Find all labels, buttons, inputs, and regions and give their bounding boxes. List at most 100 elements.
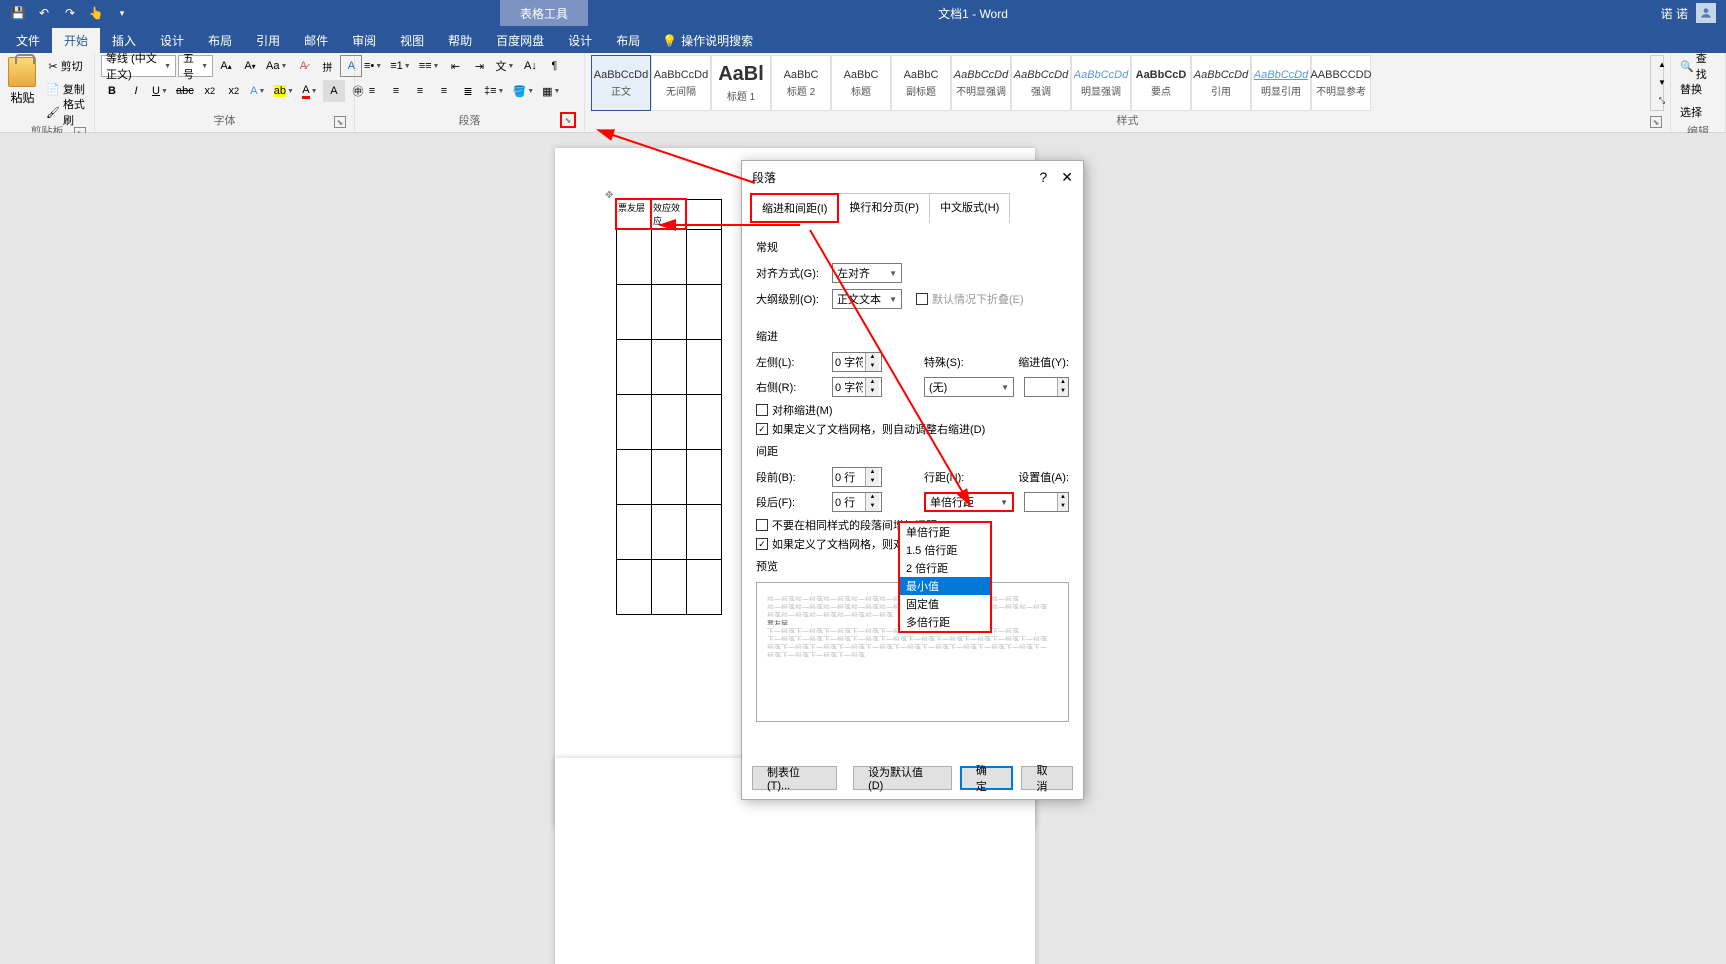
tab-review[interactable]: 审阅 [340,28,388,53]
grid-snap-checkbox[interactable]: ✓ [756,538,768,550]
line-spacing-option-4[interactable]: 固定值 [900,595,990,613]
line-spacing-option-3[interactable]: 最小值 [900,577,990,595]
table-cell-6-1[interactable] [651,504,686,559]
dialog-tab-indent-spacing[interactable]: 缩进和间距(I) [750,193,839,223]
tab-references[interactable]: 引用 [244,28,292,53]
decrease-indent-button[interactable]: ⇤ [444,55,466,77]
table-cell-3-1[interactable] [651,339,686,394]
table-cell-5-2[interactable] [686,449,721,504]
tell-me-search[interactable]: 💡 操作说明搜索 [652,28,763,53]
save-icon[interactable]: 💾 [6,1,30,25]
line-spacing-button[interactable]: ‡≡▼ [481,80,507,102]
spin-down[interactable]: ▼ [866,362,879,371]
style-item-0[interactable]: AaBbCcDd正文 [591,55,651,111]
clear-format-button[interactable]: A̷ [292,55,314,77]
dialog-close-button[interactable]: ✕ [1061,169,1073,186]
styles-scroll-down[interactable]: ▼ [1651,74,1673,91]
align-center-button[interactable]: ≡ [385,80,407,102]
outline-select[interactable]: 正文文本▼ [832,289,902,309]
spin-down[interactable]: ▼ [866,477,879,486]
table-cell-7-2[interactable] [686,559,721,614]
table-cell-5-0[interactable] [616,449,651,504]
strike-button[interactable]: abc [173,80,197,102]
text-effects-button[interactable]: A▼ [247,80,269,102]
superscript-button[interactable]: x2 [223,80,245,102]
styles-expand[interactable]: ⤡ [1651,93,1673,110]
highlight-button[interactable]: ab▼ [271,80,297,102]
spin-up[interactable]: ▲ [866,353,879,362]
style-item-7[interactable]: AaBbCcDd强调 [1011,55,1071,111]
table-cell-2-2[interactable] [686,284,721,339]
table-cell-4-2[interactable] [686,394,721,449]
grow-font-button[interactable]: A▴ [215,55,237,77]
line-spacing-option-2[interactable]: 2 倍行距 [900,559,990,577]
same-style-checkbox[interactable] [756,519,768,531]
font-size-combo[interactable]: 五号▼ [178,55,213,77]
select-button[interactable]: 选择 [1677,101,1705,123]
table-cell-1-1[interactable] [651,229,686,284]
table-cell-1-2[interactable] [686,229,721,284]
table-cell-1-0[interactable] [616,229,651,284]
set-val-input[interactable] [1025,496,1057,508]
tab-layout[interactable]: 布局 [196,28,244,53]
tab-mailings[interactable]: 邮件 [292,28,340,53]
ok-button[interactable]: 确定 [960,766,1014,790]
right-indent-spinner[interactable]: ▲▼ [832,377,882,397]
spin-down[interactable]: ▼ [866,387,879,396]
change-case-button[interactable]: Aa▼ [263,55,290,77]
line-spacing-option-5[interactable]: 多倍行距 [900,613,990,631]
left-indent-spinner[interactable]: ▲▼ [832,352,882,372]
paragraph-launcher[interactable]: ⬊ [560,112,576,128]
styles-gallery[interactable]: AaBbCcDd正文AaBbCcDd无间隔AaBl标题 1AaBbC标题 2Aa… [591,55,1646,111]
left-indent-input[interactable] [833,356,865,368]
format-painter-button[interactable]: 🖌 格式刷 [43,101,88,123]
table-anchor-icon[interactable]: ✥ [605,190,613,201]
spin-down[interactable]: ▼ [1058,387,1068,396]
styles-launcher[interactable]: ⬊ [1650,116,1662,128]
replace-button[interactable]: 替换 [1677,78,1705,100]
dialog-tab-asian[interactable]: 中文版式(H) [929,193,1010,223]
style-item-10[interactable]: AaBbCcDd引用 [1191,55,1251,111]
line-spacing-select[interactable]: 单倍行距▼ [924,492,1014,512]
table-cell-6-0[interactable] [616,504,651,559]
font-launcher[interactable]: ⬊ [334,116,346,128]
mirror-checkbox[interactable] [756,404,768,416]
redo-icon[interactable]: ↷ [58,1,82,25]
font-color-button[interactable]: A▼ [299,80,321,102]
tab-view[interactable]: 视图 [388,28,436,53]
table-cell-5-1[interactable] [651,449,686,504]
style-item-1[interactable]: AaBbCcDd无间隔 [651,55,711,111]
style-item-5[interactable]: AaBbC副标题 [891,55,951,111]
table-cell-0-2[interactable] [686,199,721,229]
font-name-combo[interactable]: 等线 (中文正文)▼ [101,55,176,77]
sort-button[interactable]: A↓ [519,55,541,77]
document-table[interactable]: 票友层 效应效应 [615,198,722,615]
style-item-6[interactable]: AaBbCcDd不明显强调 [951,55,1011,111]
table-cell-6-2[interactable] [686,504,721,559]
table-cell-7-1[interactable] [651,559,686,614]
dialog-help-button[interactable]: ? [1039,169,1047,186]
underline-button[interactable]: U▼ [149,80,171,102]
table-cell-3-2[interactable] [686,339,721,394]
table-cell-4-0[interactable] [616,394,651,449]
align-right-button[interactable]: ≡ [409,80,431,102]
align-left-button[interactable]: ≡ [361,80,383,102]
user-avatar-icon[interactable] [1696,3,1716,23]
char-shading-button[interactable]: A [323,80,345,102]
increase-indent-button[interactable]: ⇥ [468,55,490,77]
tab-file[interactable]: 文件 [4,28,52,53]
spin-up[interactable]: ▲ [1058,378,1068,387]
cut-button[interactable]: ✂ 剪切 [43,55,88,77]
numbering-button[interactable]: ≡1▼ [387,55,413,77]
borders-button[interactable]: ▦▼ [539,80,563,102]
tab-home[interactable]: 开始 [52,28,100,53]
align-select[interactable]: 左对齐▼ [832,263,902,283]
table-cell-2-1[interactable] [651,284,686,339]
dialog-tab-line-breaks[interactable]: 换行和分页(P) [838,193,930,223]
spin-down[interactable]: ▼ [1058,502,1068,511]
table-cell-0-0[interactable]: 票友层 [616,199,651,229]
indent-val-spinner[interactable]: ▲▼ [1024,377,1069,397]
cancel-button[interactable]: 取消 [1021,766,1073,790]
table-cell-4-1[interactable] [651,394,686,449]
spin-up[interactable]: ▲ [1058,493,1068,502]
